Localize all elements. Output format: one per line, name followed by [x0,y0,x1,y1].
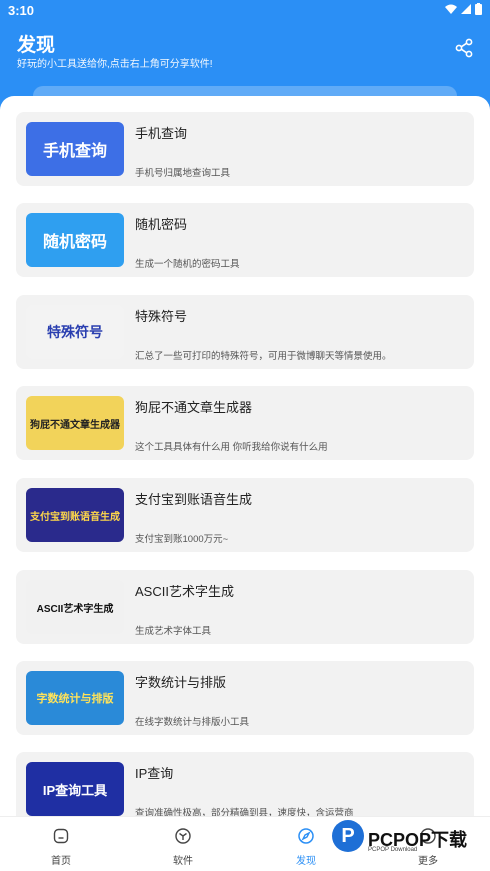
tool-card[interactable]: 特殊符号 特殊符号 汇总了一些可打印的特殊符号，可用于微博聊天等情景使用。 [16,295,474,369]
share-icon[interactable] [454,38,474,58]
tool-card[interactable]: 手机查询 手机查询 手机号归属地查询工具 [16,112,474,186]
signal-icon [461,4,471,14]
tool-desc: 这个工具具体有什么用 你听我给你说有什么用 [135,442,328,453]
watermark-sub: PCPOP Download [368,847,418,853]
page-title: 发现 [17,35,56,56]
tool-thumbnail: 手机查询 [26,122,124,176]
status-icons [445,3,482,15]
nav-software-label: 软件 [173,856,193,867]
tool-title: ASCII艺术字生成 [135,584,234,599]
tool-title: 字数统计与排版 [135,675,227,690]
wifi-icon [445,4,457,14]
tool-card[interactable]: 支付宝到账语音生成 支付宝到账语音生成 支付宝到账1000万元~ [16,478,474,552]
status-bar: 3:10 [0,0,490,22]
nav-software[interactable]: 软件 [122,817,244,871]
tool-thumbnail: IP查询工具 [26,762,124,816]
tool-thumbnail: 特殊符号 [26,305,124,359]
tool-card[interactable]: IP查询工具 IP查询 查询准确性极高，部分精确到县，速度快，含运营商 [16,752,474,826]
tool-title: 随机密码 [135,217,188,232]
tool-desc: 生成艺术字体工具 [135,626,212,637]
app-icon [175,828,191,844]
home-icon [53,828,69,844]
tool-title: 狗屁不通文章生成器 [135,400,253,415]
tool-thumbnail: 支付宝到账语音生成 [26,488,124,542]
tool-desc: 支付宝到账1000万元~ [135,534,229,545]
tool-title: 特殊符号 [135,309,188,324]
tool-desc: 生成一个随机的密码工具 [135,259,240,270]
watermark: P PCPOP下载 PCPOP Download [330,818,490,858]
tool-card[interactable]: 随机密码 随机密码 生成一个随机的密码工具 [16,203,474,277]
status-time: 3:10 [8,3,35,18]
tool-thumbnail: ASCII艺术字生成 [26,580,124,634]
compass-icon [298,828,314,844]
tool-desc: 汇总了一些可打印的特殊符号，可用于微博聊天等情景使用。 [135,351,392,362]
battery-icon [475,3,482,15]
tool-title: IP查询 [135,766,174,781]
tool-title: 手机查询 [135,126,188,141]
tool-card[interactable]: ASCII艺术字生成 ASCII艺术字生成 生成艺术字体工具 [16,570,474,644]
page-subtitle: 好玩的小工具送给你,点击右上角可分享软件! [17,59,213,70]
tool-thumbnail: 字数统计与排版 [26,671,124,725]
tool-thumbnail: 随机密码 [26,213,124,267]
watermark-logo-icon: P [332,820,364,852]
tool-title: 支付宝到账语音生成 [135,492,253,507]
tool-desc: 手机号归属地查询工具 [135,168,231,179]
tool-thumbnail: 狗屁不通文章生成器 [26,396,124,450]
nav-home[interactable]: 首页 [0,817,122,871]
nav-home-label: 首页 [51,856,71,867]
tool-card[interactable]: 狗屁不通文章生成器 狗屁不通文章生成器 这个工具具体有什么用 你听我给你说有什么… [16,386,474,460]
tool-card[interactable]: 字数统计与排版 字数统计与排版 在线字数统计与排版小工具 [16,661,474,735]
tool-desc: 在线字数统计与排版小工具 [135,717,250,728]
